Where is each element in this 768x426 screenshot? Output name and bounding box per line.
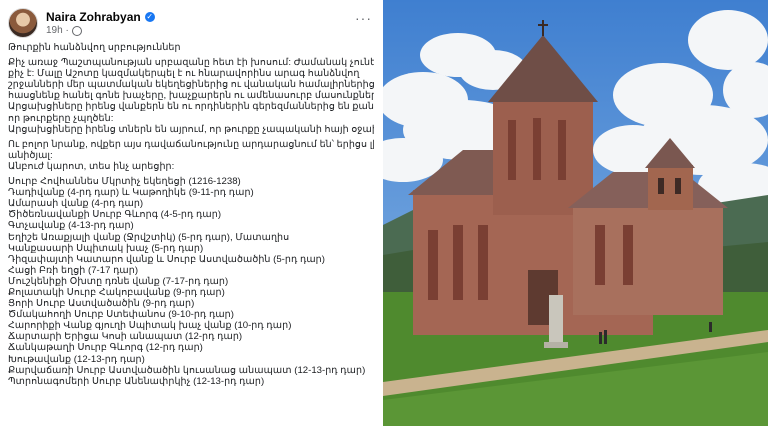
text-line: Արցախցիները իրենց տներն են այրում, որ թո…	[8, 123, 374, 135]
list-item: Կանքասարի Սպիտակ խաչ (5-րդ դար)	[8, 242, 204, 254]
monastery-illustration	[383, 0, 768, 426]
globe-icon	[71, 25, 82, 36]
list-item: Գտչավանք (4-13-րդ դար)	[8, 220, 134, 232]
facebook-post: Naira Zohrabyan ✓ 19h · ··· Թուրքին հանձ…	[0, 0, 382, 426]
list-item: Ամարասի վանք (4-րդ դար)	[8, 198, 144, 210]
separator-dot: ·	[62, 25, 69, 36]
text-line: անիծյալ:	[8, 149, 53, 161]
text-line: Անբուժ կարոտ, տես ինչ արեցիր:	[8, 160, 175, 172]
monastery-list: Սուրբ Հովհաննես Մկրտիչ եկեղեցի (1216-123…	[8, 176, 374, 387]
list-item: Հացի Բռի եղցի (7-17 դար)	[8, 264, 139, 276]
text-line: քիչ է: Մալը Աշոտը կազմակերպել է ու հնարա…	[8, 68, 360, 80]
list-item: Հարորիքի Վանք գյուղի Սպիտակ խաչ վանք (10…	[8, 320, 292, 332]
text-line: Արցախցիները իրենց վանքերն են ու որդիների…	[8, 101, 374, 113]
post-time[interactable]: 19h	[46, 25, 63, 36]
paragraph-2: Ու բոլոր նրանք, ովքեր այս դավաճանություն…	[8, 139, 374, 172]
list-item: Խութավանք (12-13-րդ դար)	[8, 353, 145, 365]
text-line: շրջանների մեր պատմական եկեղեցիներից ու վ…	[8, 79, 374, 91]
list-item: Քարվաճառի Սուրբ Աստվածածին կուսանաց անապ…	[8, 364, 366, 376]
verified-badge-icon: ✓	[144, 12, 155, 22]
more-options-icon[interactable]: ···	[355, 10, 372, 26]
list-item: Քոլատակի Սուրբ Հակոբավանք (9-րդ դար)	[8, 286, 225, 298]
text-line: Ու բոլոր նրանք, ովքեր այս դավաճանություն…	[8, 138, 374, 150]
list-item: Ճարտարի Երիցա Կոսի անապատ (12-րդ դար)	[8, 331, 243, 343]
post-body: Թուրքին հանձնվող սրբություններ Քիչ առաջ …	[8, 42, 374, 387]
list-item: Ճանկաթաղի Սուրբ Գևորգ (12-րդ դար)	[8, 342, 203, 354]
text-line: Քիչ առաջ Պաշտպանության սրբազանը հետ էի խ…	[8, 57, 374, 69]
text-line: հասցնենք հանել գոնե խաչերը, խաչքարերն ու…	[8, 90, 374, 102]
list-item: Դադիվանք (4-րդ դար) և Կաթողիկե (9-11-րդ …	[8, 187, 254, 199]
text-line: որ թուրքերը չպղծեն:	[8, 112, 114, 124]
post-meta: 19h ·	[46, 25, 155, 36]
list-item: Եղիշե Առաքյալի վանք (Ջրվշտիկ) (5-րդ դար)…	[8, 231, 290, 243]
list-item: Դիզափայտի Կատարո վանք և Սուրբ Աստվածածին…	[8, 253, 325, 265]
author-avatar[interactable]	[8, 8, 38, 38]
post-meta-block: Naira Zohrabyan ✓ 19h ·	[46, 10, 155, 36]
list-item: Մուշկենիքի Օխտը դռնե վանք (7-17-րդ դար)	[8, 275, 229, 287]
author-name[interactable]: Naira Zohrabyan	[46, 10, 141, 24]
list-item: Ցորի Սուրբ Աստվածածին (9-րդ դար)	[8, 298, 195, 310]
paragraph-1: Քիչ առաջ Պաշտպանության սրբազանը հետ էի խ…	[8, 57, 374, 135]
list-item: Սուրբ Հովհաննես Մկրտիչ եկեղեցի (1216-123…	[8, 176, 241, 188]
post-header: Naira Zohrabyan ✓ 19h ·	[8, 8, 155, 38]
post-title: Թուրքին հանձնվող սրբություններ	[8, 42, 181, 53]
monastery-photo[interactable]	[383, 0, 768, 426]
list-item: Ծիծեռնավանքի Սուրբ Գևորգ (4-5-րդ դար)	[8, 209, 222, 221]
author-row: Naira Zohrabyan ✓	[46, 10, 155, 24]
list-item: Պտրոնագոմերի Սուրբ Անենափրկիչ (12-13-րդ …	[8, 375, 265, 387]
list-item: Ծմակահողի Սուրբ Ստեփանոս (9-10-րդ դար)	[8, 309, 234, 321]
